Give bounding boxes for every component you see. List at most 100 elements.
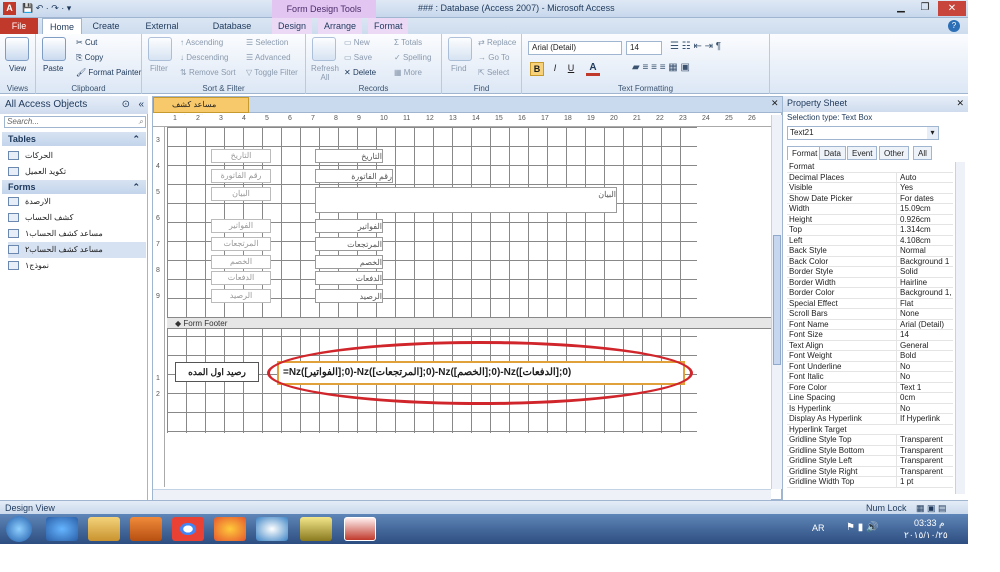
vertical-scrollbar[interactable] [771, 115, 782, 489]
property-row[interactable]: Is Hyperlink No [787, 403, 953, 414]
property-tab-event[interactable]: Event [847, 146, 878, 160]
nav-table-item[interactable]: تكويد العميل [8, 164, 146, 180]
property-value[interactable]: Transparent [896, 445, 953, 456]
property-value[interactable]: 15.09cm [896, 204, 953, 214]
property-value[interactable]: 0.926cm [896, 214, 953, 225]
property-row[interactable]: Left 4.108cm [787, 235, 953, 246]
filter-button[interactable]: Filter [150, 64, 168, 73]
property-value[interactable]: 4.108cm [896, 235, 953, 246]
nav-pane-header[interactable]: All Access Objects ⊙ « [0, 96, 148, 114]
property-value[interactable]: Hairline [896, 277, 953, 288]
property-row[interactable]: Line Spacing 0cm [787, 393, 953, 404]
property-value[interactable]: No [896, 372, 953, 382]
field-label[interactable]: البيان [211, 187, 271, 201]
tab-external-data[interactable]: External Data [130, 18, 194, 47]
align-icons[interactable]: ▰ ≡ ≡ ≡ ▦ ▣ [632, 62, 690, 73]
minimize-icon[interactable]: ▁ [890, 2, 912, 16]
help-icon[interactable]: ? [948, 20, 960, 32]
property-value[interactable]: Normal [896, 246, 953, 256]
field-textbox[interactable]: المرتجعات [315, 237, 383, 251]
field-label[interactable]: الرصيد [211, 289, 271, 303]
select-button[interactable]: ⇱ Select [478, 68, 509, 77]
field-label[interactable]: الفواتير [211, 219, 271, 233]
property-row[interactable]: Gridline Style Left Transparent [787, 456, 953, 467]
property-row[interactable]: Special Effect Flat [787, 298, 953, 309]
property-value[interactable]: Solid [896, 267, 953, 277]
property-row[interactable]: Fore Color Text 1 [787, 382, 953, 393]
property-value[interactable]: Transparent [896, 466, 953, 477]
form-footer-bar[interactable]: ◆ Form Footer [167, 317, 783, 329]
view-button[interactable]: View [9, 64, 26, 73]
selection-dropdown[interactable]: Text21 ▾ [787, 126, 939, 140]
nav-search-input[interactable]: Search... ⌕ [4, 116, 146, 128]
tab-arrange[interactable]: Arrange [318, 18, 362, 34]
property-row[interactable]: Font Italic No [787, 372, 953, 383]
tab-design[interactable]: Design [272, 18, 312, 34]
quick-access-toolbar[interactable]: 💾 ↶ · ↷ · ▾ [22, 3, 92, 15]
tray-icons[interactable]: ⚑ ▮ 🔊 [846, 522, 878, 533]
filter-icon[interactable] [148, 37, 172, 61]
new-button[interactable]: ▭ New [344, 38, 370, 47]
chevron-down-icon[interactable]: ⊙ [122, 96, 130, 114]
advanced-button[interactable]: ☰ Advanced [246, 53, 291, 62]
horizontal-scrollbar[interactable] [153, 489, 771, 500]
property-tab-other[interactable]: Other [879, 146, 910, 160]
tab-create[interactable]: Create [86, 18, 126, 34]
field-textbox[interactable]: الرصيد [315, 289, 383, 303]
chrome-icon[interactable] [172, 517, 204, 541]
nav-form-item-selected[interactable]: مساعد كشف الحساب٢ [8, 242, 146, 258]
forms-section-header[interactable]: Forms ⌃ [2, 180, 146, 194]
property-row[interactable]: Hyperlink Target [787, 425, 953, 435]
save-button[interactable]: ▭ Save [344, 53, 372, 62]
property-row[interactable]: Width 15.09cm [787, 204, 953, 215]
restore-icon[interactable]: ❐ [914, 2, 936, 16]
field-label[interactable]: الدفعات [211, 271, 271, 285]
paste-icon[interactable] [42, 37, 66, 61]
property-value[interactable]: Background 1 [896, 256, 953, 267]
property-row[interactable]: Back Color Background 1 [787, 256, 953, 267]
property-value[interactable]: Transparent [896, 456, 953, 466]
clock-date[interactable]: ٢٠١٥/١٠/٢٥ [904, 530, 948, 541]
tab-database-tools[interactable]: Database Tools [198, 18, 266, 47]
list-bullets-icon[interactable]: ☰ ☷ ⇤ ⇥ ¶ [670, 41, 721, 52]
media-player-icon[interactable] [130, 517, 162, 541]
app-icon[interactable] [256, 517, 288, 541]
toggle-filter-button[interactable]: ▽ Toggle Filter [246, 68, 298, 77]
field-label[interactable]: التاريخ [211, 149, 271, 163]
file-explorer-icon[interactable] [88, 517, 120, 541]
property-tab-data[interactable]: Data [819, 146, 846, 160]
italic-button[interactable]: I [548, 62, 562, 76]
language-indicator[interactable]: AR [812, 523, 825, 533]
field-textbox[interactable]: البيان [315, 187, 617, 213]
more-button[interactable]: ▦ More [394, 68, 422, 77]
nav-form-item[interactable]: كشف الحساب [8, 210, 146, 226]
property-row[interactable]: Display As Hyperlink If Hyperlink [787, 414, 953, 425]
font-size-select[interactable]: 14 [626, 41, 662, 55]
cut-button[interactable]: ✂ Cut [76, 38, 97, 47]
property-value[interactable]: 14 [896, 330, 953, 340]
tables-section-header[interactable]: Tables ⌃ [2, 132, 146, 146]
close-icon[interactable]: ✕ [938, 1, 966, 16]
property-value[interactable]: No [896, 361, 953, 372]
spelling-button[interactable]: ✓ Spelling [394, 53, 431, 62]
property-value[interactable]: General [896, 340, 953, 351]
access-app-icon[interactable]: A [3, 2, 16, 15]
property-value[interactable]: None [896, 309, 953, 319]
property-value[interactable]: Auto [896, 172, 953, 183]
property-row[interactable]: Border Style Solid [787, 267, 953, 278]
property-row[interactable]: Text Align General [787, 340, 953, 351]
delete-button[interactable]: ✕ Delete [344, 68, 376, 77]
property-sheet-scrollbar[interactable] [955, 162, 965, 494]
copy-button[interactable]: ⎘ Copy [76, 53, 103, 63]
ascending-button[interactable]: ↑ Ascending [180, 38, 223, 47]
field-textbox[interactable]: الفواتير [315, 219, 383, 233]
collapse-section-icon[interactable]: ⌃ [132, 132, 140, 146]
property-tab-all[interactable]: All [913, 146, 932, 160]
property-value[interactable]: If Hyperlink [896, 414, 953, 424]
nav-form-item[interactable]: نموذج١ [8, 258, 146, 274]
field-textbox[interactable]: الدفعات [315, 271, 383, 285]
firefox-icon[interactable] [214, 517, 246, 541]
start-button-icon[interactable] [6, 516, 32, 542]
property-row[interactable]: Show Date Picker For dates [787, 193, 953, 204]
property-row[interactable]: Gridline Style Right Transparent [787, 466, 953, 477]
